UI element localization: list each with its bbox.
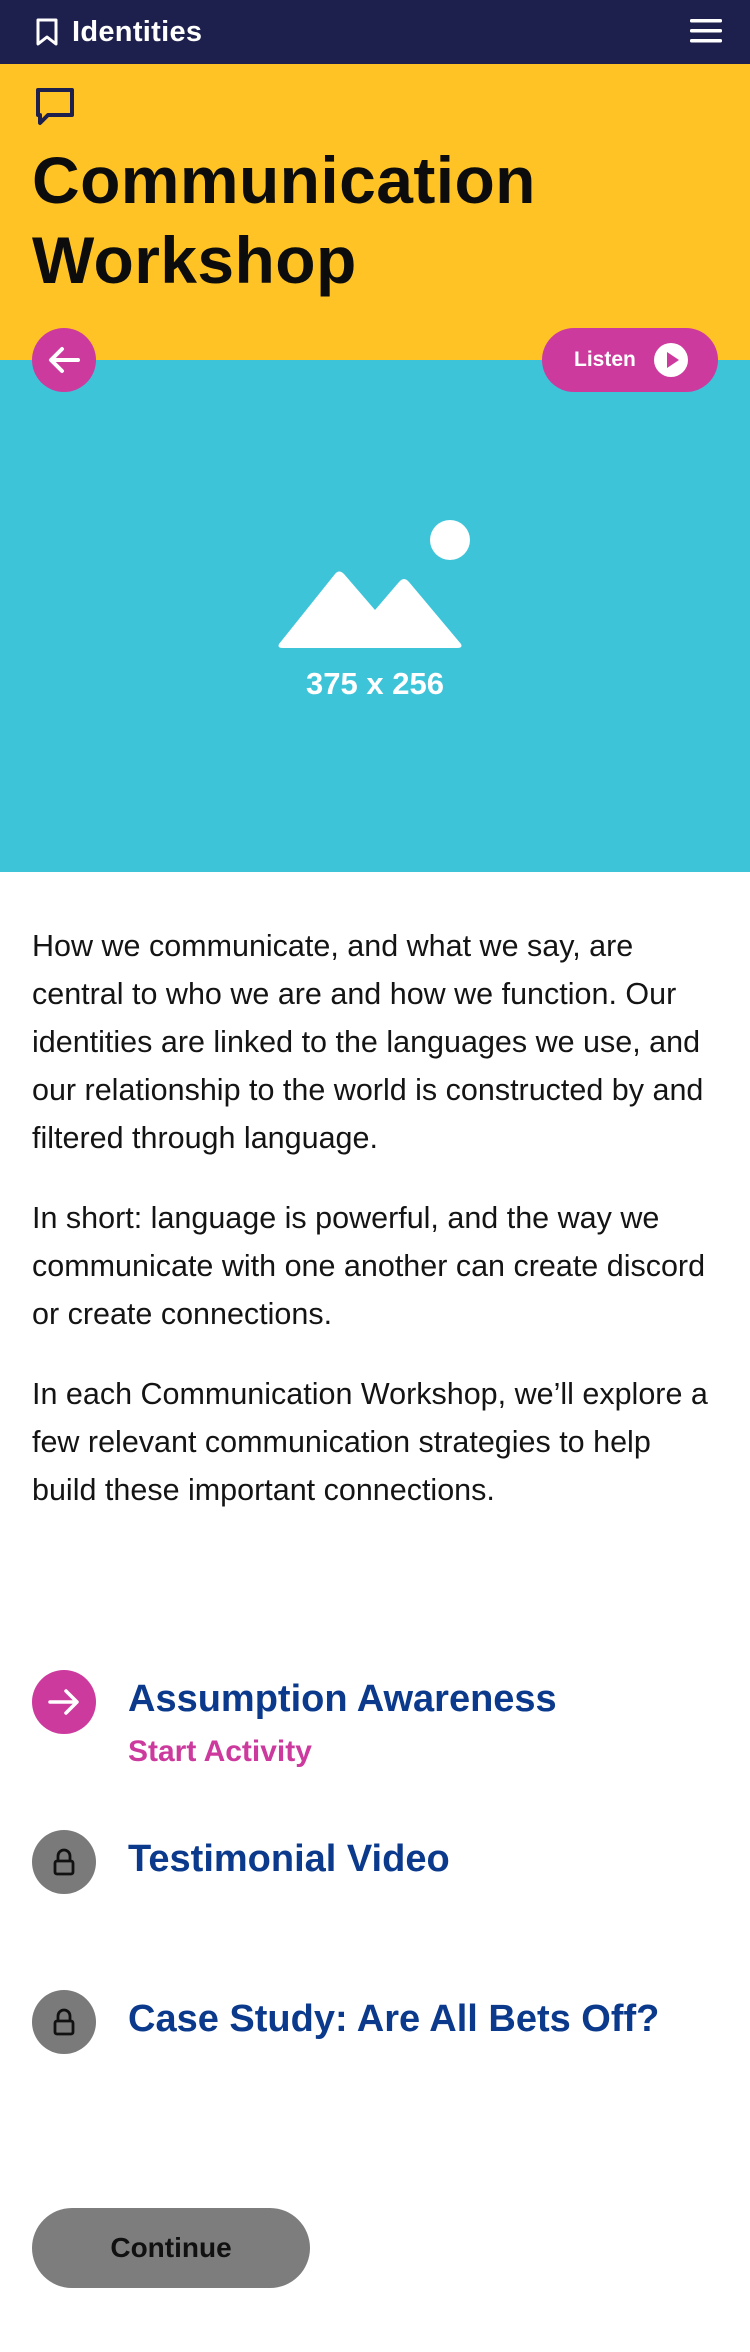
activity-testimonial-video: Testimonial Video (32, 1830, 722, 1910)
activity-title[interactable]: Assumption Awareness (128, 1678, 708, 1720)
play-icon (654, 343, 688, 377)
intro-text: How we communicate, and what we say, are… (32, 922, 722, 1546)
app-title: Identities (72, 16, 203, 48)
arrow-right-icon (48, 1689, 79, 1715)
arrow-left-icon (49, 347, 80, 373)
listen-button[interactable]: Listen (542, 328, 718, 392)
start-activity-link[interactable]: Start Activity (128, 1734, 312, 1770)
page-header: Communication Workshop (0, 64, 750, 360)
lock-icon (53, 1848, 75, 1876)
page-title: Communication Workshop (32, 143, 536, 297)
listen-label: Listen (574, 348, 636, 371)
image-dimensions-label: 375 x 256 (306, 666, 444, 701)
hamburger-menu-icon[interactable] (690, 16, 722, 46)
intro-paragraph-3: In each Communication Workshop, we’ll ex… (32, 1377, 708, 1507)
activity-assumption-awareness[interactable]: Assumption Awareness Start Activity (32, 1670, 722, 1780)
activity-locked-circle (32, 1830, 96, 1894)
activity-title: Testimonial Video (128, 1838, 450, 1880)
activity-title: Case Study: Are All Bets Off? (128, 1998, 660, 2040)
back-button[interactable] (32, 328, 96, 392)
activity-locked-circle (32, 1990, 96, 2054)
intro-paragraph-1: How we communicate, and what we say, are… (32, 929, 704, 1155)
activity-case-study: Case Study: Are All Bets Off? (32, 1990, 722, 2090)
hero-image-placeholder: 375 x 256 (0, 360, 750, 872)
intro-paragraph-2: In short: language is powerful, and the … (32, 1201, 706, 1331)
speech-bubble-icon (36, 88, 74, 125)
lock-icon (53, 2008, 75, 2036)
bookmark-icon[interactable] (34, 18, 60, 46)
continue-button[interactable]: Continue (32, 2208, 310, 2288)
top-nav-bar: Identities (0, 0, 750, 64)
image-placeholder-icon (278, 520, 470, 648)
activity-start-circle[interactable] (32, 1670, 96, 1734)
